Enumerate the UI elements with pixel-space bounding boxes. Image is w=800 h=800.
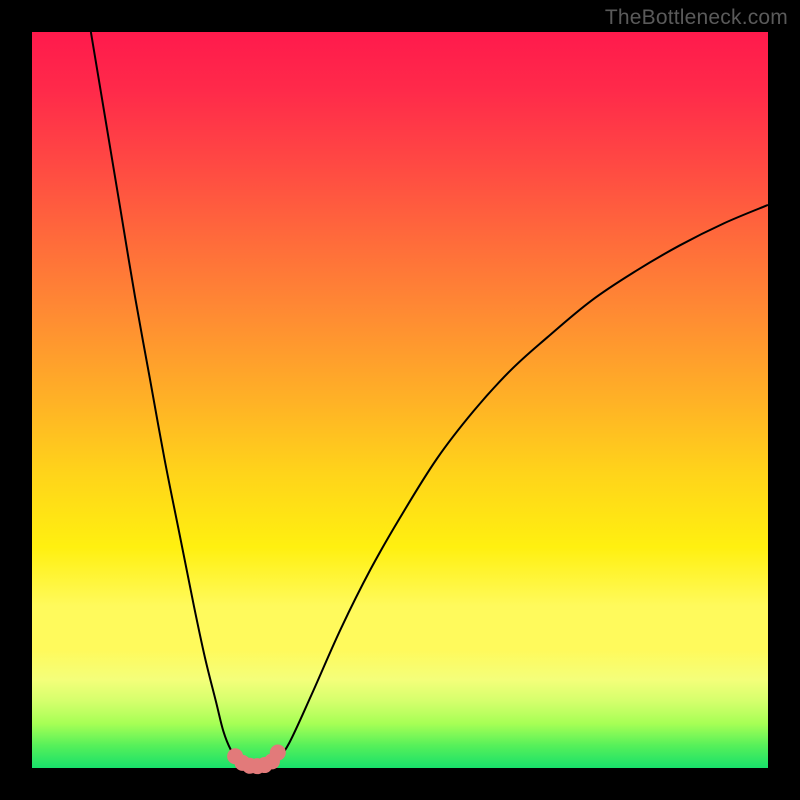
watermark-text: TheBottleneck.com <box>605 6 788 30</box>
minimum-marker <box>270 745 286 761</box>
chart-frame: TheBottleneck.com <box>0 0 800 800</box>
minimum-markers-group <box>227 745 286 775</box>
curve-layer <box>32 32 768 768</box>
plot-area <box>32 32 768 768</box>
bottleneck-curve <box>91 32 768 767</box>
